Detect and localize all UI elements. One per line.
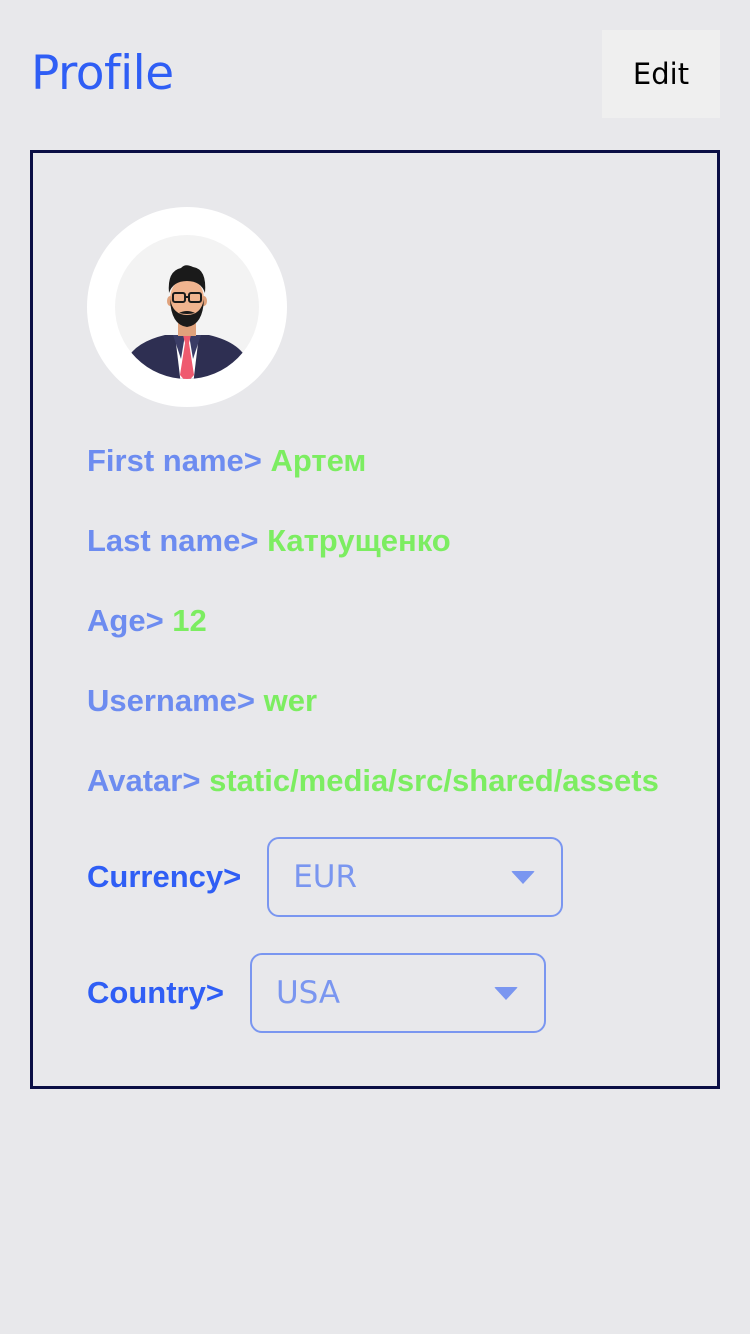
avatar-path-label: Avatar>: [87, 763, 201, 798]
last-name-row: Last name> Катрущенко: [87, 521, 451, 561]
currency-row: Currency> EUR: [87, 837, 564, 917]
currency-label: Currency>: [87, 859, 242, 894]
country-row: Country> USA: [87, 953, 546, 1033]
age-value: 12: [172, 603, 207, 638]
country-label: Country>: [87, 975, 224, 1010]
page-title: Profile: [31, 46, 174, 101]
first-name-value: Артем: [270, 443, 367, 478]
avatar-path-row: Avatar> static/media/src/shared/assets: [87, 761, 670, 801]
last-name-label: Last name>: [87, 523, 259, 558]
profile-card: First name> Артем Last name> Катрущенко …: [30, 150, 720, 1089]
first-name-row: First name> Артем: [87, 441, 366, 481]
chevron-down-icon: [511, 870, 536, 884]
username-value: wer: [263, 683, 318, 718]
country-select[interactable]: USA: [249, 953, 546, 1033]
first-name-label: First name>: [87, 443, 262, 478]
avatar-path-value: static/media/src/shared/assets: [209, 763, 659, 798]
username-label: Username>: [87, 683, 256, 718]
person-avatar-icon: [115, 235, 259, 379]
currency-selected-value: EUR: [293, 859, 358, 895]
avatar: [87, 207, 287, 407]
chevron-down-icon: [493, 986, 518, 1000]
age-label: Age>: [87, 603, 164, 638]
age-row: Age> 12: [87, 601, 207, 641]
edit-button[interactable]: Edit: [602, 30, 720, 118]
last-name-value: Катрущенко: [267, 523, 451, 558]
username-row: Username> wer: [87, 681, 317, 721]
currency-select[interactable]: EUR: [267, 837, 564, 917]
country-selected-value: USA: [275, 975, 341, 1011]
